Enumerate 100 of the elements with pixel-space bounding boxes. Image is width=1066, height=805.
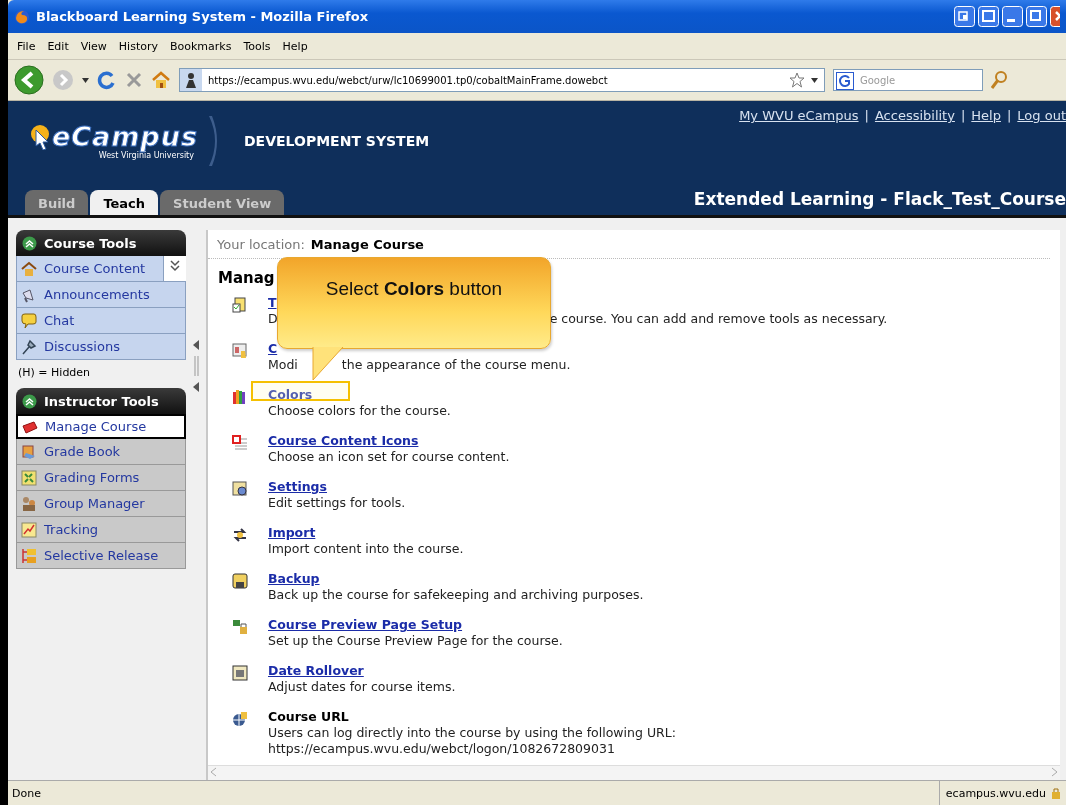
search-field[interactable]: Google (833, 69, 983, 91)
stop-icon[interactable] (125, 71, 143, 89)
layout-icon (232, 343, 248, 359)
item-link[interactable]: Date Rollover (268, 663, 364, 679)
logo-subtitle: West Virginia University (98, 150, 194, 160)
collapse-icon[interactable] (22, 235, 37, 251)
item-description: https://ecampus.wvu.edu/webct/logon/1082672809031 (268, 741, 616, 757)
tab[interactable]: Teach (90, 190, 159, 215)
header-link[interactable]: Help (971, 108, 1001, 123)
star-icon[interactable] (789, 72, 805, 88)
item-label: Selective Release (44, 548, 159, 563)
house-icon (21, 260, 37, 277)
status-host: ecampus.wvu.edu (945, 786, 1046, 800)
item-link[interactable]: Import (268, 525, 316, 541)
location-label: Your location: (217, 237, 305, 252)
menu-item[interactable]: History (113, 37, 163, 55)
item-link[interactable]: Course Content Icons (268, 433, 419, 449)
minimize-icon[interactable] (1002, 6, 1023, 27)
legend-note: (H) = Hidden (17, 365, 92, 381)
chart-icon (21, 521, 37, 538)
search-icon[interactable] (991, 71, 1007, 89)
sidebar-item[interactable]: Announcements (16, 282, 186, 308)
sidebar-item[interactable]: Chat (16, 308, 186, 334)
reload-icon[interactable] (97, 70, 117, 90)
item-link[interactable]: C (268, 341, 278, 357)
menu-item[interactable]: Help (277, 37, 313, 55)
item-link[interactable]: Settings (268, 479, 327, 495)
section-header[interactable]: Course Tools (16, 230, 186, 256)
list-icon (232, 435, 248, 451)
item-description: Back up the course for safekeeping and archiving purposes. (268, 587, 644, 603)
item-description: Set up the Course Preview Page for the course. (268, 633, 563, 649)
item-label: Announcements (44, 287, 150, 302)
item-description: Modi (268, 357, 298, 373)
item-description: the appearance of the course menu. (341, 357, 571, 373)
back-icon[interactable] (14, 65, 44, 95)
sidebar-item[interactable]: Course Content (16, 256, 164, 282)
hierarchy-icon (21, 547, 37, 564)
item-description: Users can log directly into the course by using the following URL: (268, 725, 676, 741)
people-icon (21, 495, 37, 512)
maximize-icon[interactable] (1026, 6, 1047, 27)
item-label: Manage Course (45, 419, 147, 434)
item-label: Group Manager (44, 496, 145, 511)
link-separator: | (1006, 108, 1012, 123)
menu-item[interactable]: Edit (42, 37, 74, 55)
menu-item[interactable]: Bookmarks (165, 37, 237, 55)
item-link[interactable]: Course Preview Page Setup (268, 617, 463, 633)
menu-item[interactable]: File (12, 37, 41, 55)
menu-item[interactable]: Tools (238, 37, 276, 55)
sidebar-item[interactable]: Selective Release (16, 543, 186, 569)
sidebar-item[interactable]: Group Manager (16, 491, 186, 517)
item-label: Discussions (44, 339, 120, 354)
callout-box: Select Colors button (277, 257, 551, 349)
restore-icon[interactable] (954, 6, 975, 27)
crayons-icon (232, 389, 248, 405)
megaphone-icon (21, 286, 37, 303)
link-separator: | (864, 108, 869, 123)
sidebar-item[interactable]: Grade Book (16, 439, 186, 465)
page-heading: Manag (218, 269, 275, 287)
section-title: Course Tools (44, 235, 137, 251)
expand-icon[interactable] (170, 260, 180, 272)
sidebar-item[interactable]: Grading Forms (16, 465, 186, 491)
resize-grip-icon[interactable] (193, 356, 199, 376)
header-link[interactable]: My WVU eCampus (739, 108, 859, 123)
close-icon[interactable] (1050, 6, 1060, 27)
section-header[interactable]: Instructor Tools (16, 388, 186, 414)
link-separator: | (960, 108, 966, 123)
window-title: Blackboard Learning System - Mozilla Firefox (36, 9, 370, 24)
header-link[interactable]: Log out (1017, 108, 1066, 123)
header-link[interactable]: Accessibility (874, 108, 955, 123)
item-link[interactable]: T (268, 295, 277, 311)
lock-icon (1052, 787, 1060, 799)
pin-icon (21, 338, 37, 355)
arrows-icon (232, 527, 248, 543)
lock-icon (232, 619, 248, 635)
item-link[interactable]: Backup (268, 571, 320, 587)
menu-item[interactable]: View (75, 37, 112, 55)
item-description: Adjust dates for course items. (268, 679, 456, 695)
collapse-icon[interactable] (22, 393, 37, 409)
location-value: Manage Course (310, 237, 424, 252)
home-icon[interactable] (151, 70, 171, 90)
sidebar-item[interactable]: Manage Course (16, 414, 186, 439)
sidebar-item[interactable]: Tracking (16, 517, 186, 543)
gear-icon (232, 481, 248, 497)
sidebar-item[interactable]: Discussions (16, 334, 186, 360)
globe-icon (232, 711, 248, 727)
address-field[interactable]: https://ecampus.wvu.edu/webct/urw/lc10699001.tp0/cobaltMainFrame.dowebct (179, 68, 825, 92)
item-title: Course URL (268, 709, 350, 725)
window-icon[interactable] (978, 6, 999, 27)
identity-icon (184, 72, 198, 88)
logo: eCampus (29, 122, 198, 151)
dropdown-icon[interactable] (82, 77, 89, 83)
collapse-arrow-icon[interactable] (193, 340, 199, 350)
item-label: Grade Book (44, 444, 121, 459)
item-link[interactable]: Colors (268, 387, 313, 403)
system-label: DEVELOPMENT SYSTEM (244, 133, 430, 149)
item-label: Tracking (44, 522, 99, 537)
dropdown-icon[interactable] (811, 77, 818, 83)
grid-icon (21, 469, 37, 486)
speech-bubble-icon (21, 312, 37, 329)
collapse-arrow-icon[interactable] (193, 382, 199, 392)
